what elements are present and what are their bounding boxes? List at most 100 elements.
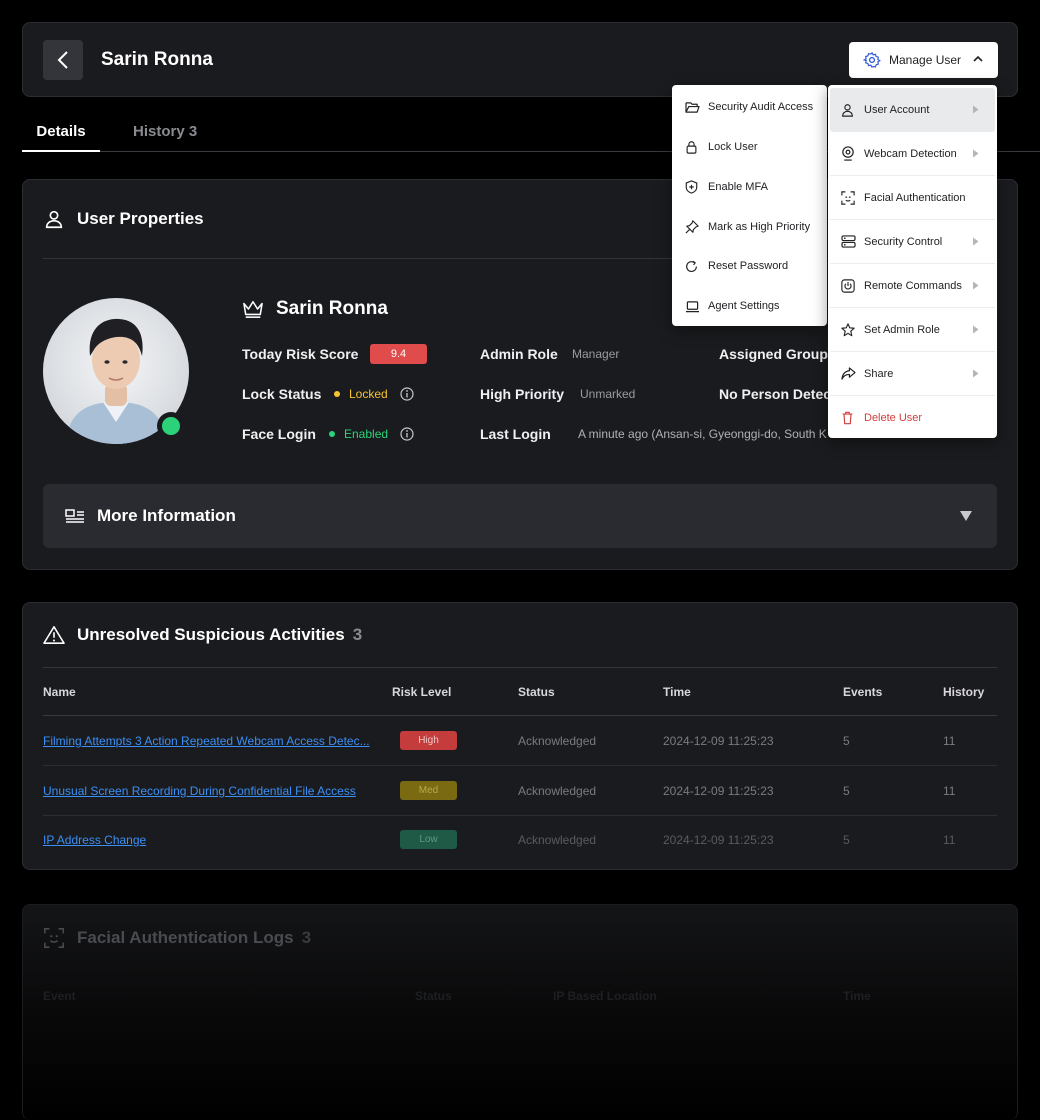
refresh-icon (685, 260, 701, 273)
user-account-submenu: Security Audit Access Lock User Enable M… (672, 85, 827, 326)
menu-item-agent-settings[interactable]: Agent Settings (672, 286, 827, 326)
events-cell: 5 (843, 784, 850, 798)
pin-icon (685, 220, 701, 234)
menu-item-security-audit-access[interactable]: Security Audit Access (672, 87, 827, 127)
menu-item-facial-authentication[interactable]: Facial Authentication (830, 176, 995, 220)
menu-item-mark-high-priority[interactable]: Mark as High Priority (672, 207, 827, 247)
chevron-left-icon (57, 51, 68, 69)
user-name-heading: Sarin Ronna (242, 298, 388, 320)
divider (43, 815, 997, 816)
manage-user-label: Manage User (889, 53, 962, 67)
caret-right-icon (973, 281, 979, 290)
activity-link[interactable]: Filming Attempts 3 Action Repeated Webca… (43, 734, 388, 748)
column-header-ip-location: IP Based Location (553, 989, 657, 1003)
menu-item-security-control[interactable]: Security Control (830, 220, 995, 264)
gear-icon (863, 51, 881, 68)
activity-link[interactable]: Unusual Screen Recording During Confiden… (43, 784, 388, 798)
suspicious-activities-heading: Unresolved Suspicious Activities 3 (43, 625, 362, 645)
more-information-heading: More Information (65, 506, 236, 526)
admin-role-value: Manager (572, 347, 620, 361)
history-cell: 11 (943, 833, 956, 847)
suspicious-activities-card: Unresolved Suspicious Activities 3 Name R… (22, 602, 1018, 870)
user-icon (841, 103, 857, 117)
column-header-status[interactable]: Status (518, 685, 555, 699)
status-cell: Acknowledged (518, 734, 597, 748)
laptop-icon (685, 300, 701, 313)
facial-authentication-logs-card: Facial Authentication Logs 3 Event Status… (22, 904, 1018, 1120)
time-cell: 2024-12-09 11:25:23 (663, 833, 774, 847)
high-priority-label: High Priority (480, 386, 565, 402)
menu-item-remote-commands[interactable]: Remote Commands (830, 264, 995, 308)
back-button[interactable] (43, 40, 83, 80)
shield-plus-icon (685, 180, 701, 194)
column-header-time[interactable]: Time (663, 685, 691, 699)
warning-icon (43, 625, 65, 645)
caret-right-icon (973, 369, 979, 378)
risk-score-label: Today Risk Score (242, 346, 359, 362)
menu-item-enable-mfa[interactable]: Enable MFA (672, 167, 827, 207)
column-header-risk-level[interactable]: Risk Level (392, 685, 451, 699)
status-cell: Acknowledged (518, 784, 597, 798)
trash-icon (841, 411, 857, 425)
status-cell: Acknowledged (518, 833, 597, 847)
lock-status-label: Lock Status (242, 386, 322, 402)
column-header-history[interactable]: History (943, 685, 984, 699)
history-cell: 11 (943, 784, 956, 798)
tab-history[interactable]: History 3 (133, 112, 197, 152)
caret-right-icon (973, 105, 979, 114)
face-login-label: Face Login (242, 426, 316, 442)
page-title: Sarin Ronna (101, 49, 213, 70)
server-icon (841, 235, 857, 248)
lock-icon (685, 140, 701, 154)
tab-details[interactable]: Details (22, 112, 100, 152)
last-login-value: A minute ago (Ansan-si, Gyeonggi-do, Sou… (578, 427, 827, 441)
column-header-events[interactable]: Events (843, 685, 882, 699)
column-header-status: Status (415, 989, 452, 1003)
online-status-indicator (157, 412, 185, 440)
user-icon (43, 208, 65, 230)
crown-icon (242, 299, 264, 319)
more-information-panel[interactable]: More Information (43, 484, 997, 548)
folder-open-icon (685, 101, 701, 114)
activity-link[interactable]: IP Address Change (43, 833, 388, 847)
caret-right-icon (973, 237, 979, 246)
high-priority-value: Unmarked (580, 387, 636, 401)
facial-logs-heading: Facial Authentication Logs 3 (43, 927, 311, 949)
time-cell: 2024-12-09 11:25:23 (663, 784, 774, 798)
power-icon (841, 278, 857, 293)
events-cell: 5 (843, 734, 850, 748)
column-header-name[interactable]: Name (43, 685, 76, 699)
menu-item-share[interactable]: Share (830, 352, 995, 396)
assigned-group-label: Assigned Group (719, 346, 828, 362)
info-icon[interactable] (400, 427, 414, 441)
last-login-label: Last Login (480, 426, 551, 442)
share-icon (841, 367, 857, 380)
time-cell: 2024-12-09 11:25:23 (663, 734, 774, 748)
divider (43, 715, 997, 716)
caret-down-icon (960, 511, 972, 521)
id-card-icon (65, 508, 85, 524)
divider (43, 667, 997, 668)
menu-item-user-account[interactable]: User Account (830, 88, 995, 132)
menu-item-reset-password[interactable]: Reset Password (672, 246, 827, 286)
info-icon[interactable] (400, 387, 414, 401)
caret-right-icon (973, 149, 979, 158)
face-login-value: Enabled (329, 427, 414, 441)
risk-level-badge: Med (400, 781, 457, 800)
history-cell: 11 (943, 734, 956, 748)
menu-item-set-admin-role[interactable]: Set Admin Role (830, 308, 995, 352)
menu-item-delete-user[interactable]: Delete User (830, 396, 995, 440)
risk-level-badge: Low (400, 830, 457, 849)
risk-score-badge: 9.4 (370, 344, 427, 364)
lock-status-value: Locked (334, 387, 414, 401)
menu-item-webcam-detection[interactable]: Webcam Detection (830, 132, 995, 176)
chevron-up-icon (973, 55, 983, 62)
menu-item-lock-user[interactable]: Lock User (672, 127, 827, 167)
column-header-event: Event (43, 989, 76, 1003)
events-cell: 5 (843, 833, 850, 847)
manage-user-button[interactable]: Manage User (849, 42, 998, 78)
star-badge-icon (841, 322, 857, 337)
caret-right-icon (973, 325, 979, 334)
column-header-time: Time (843, 989, 871, 1003)
webcam-icon (841, 146, 857, 161)
